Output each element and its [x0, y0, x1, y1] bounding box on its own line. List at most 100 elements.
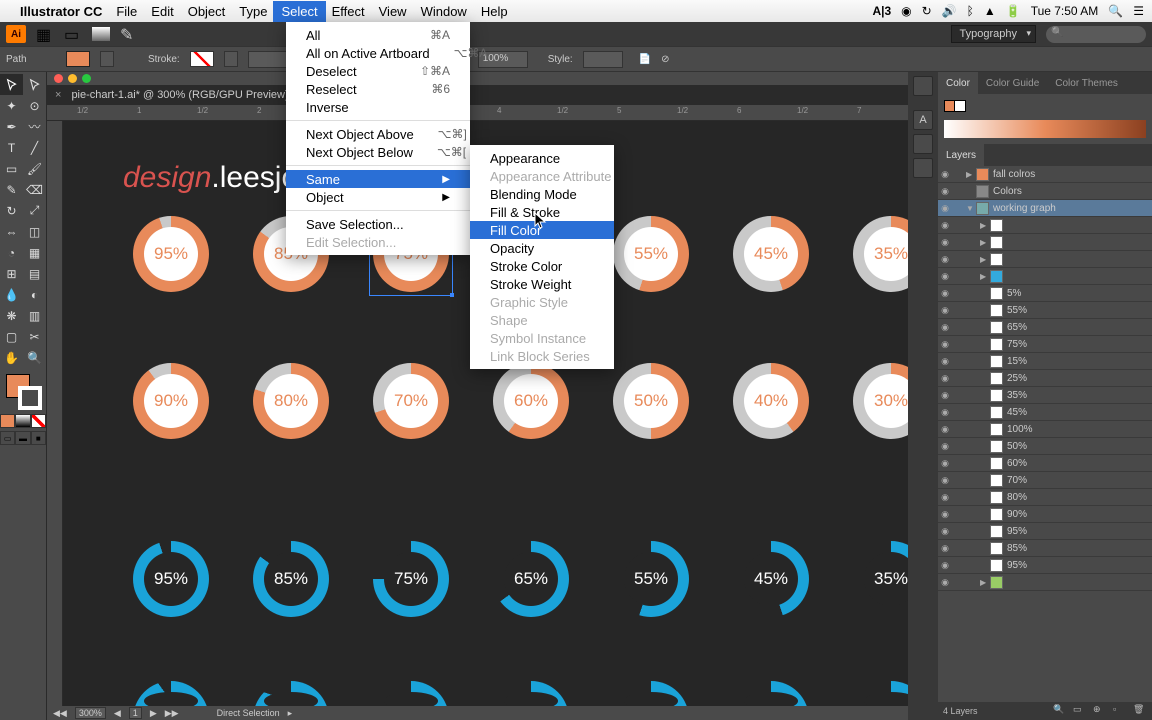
visibility-icon[interactable]: ◉: [938, 492, 952, 503]
layer-row[interactable]: ◉75%: [938, 336, 1152, 353]
menuitem-all-on-active-artboard[interactable]: All on Active Artboard⌥⌘A: [286, 44, 470, 62]
layer-row[interactable]: ◉80%: [938, 489, 1152, 506]
menu-view[interactable]: View: [379, 4, 407, 19]
visibility-icon[interactable]: ◉: [938, 509, 952, 520]
layer-row[interactable]: ◉▶fall colros: [938, 166, 1152, 183]
layer-row[interactable]: ◉35%: [938, 387, 1152, 404]
visibility-icon[interactable]: ◉: [938, 356, 952, 367]
layer-row[interactable]: ◉50%: [938, 438, 1152, 455]
layer-row[interactable]: ◉100%: [938, 421, 1152, 438]
ring-chart[interactable]: 85%: [253, 541, 329, 617]
shape-builder-tool[interactable]: ◔: [0, 242, 23, 263]
first-artboard-icon[interactable]: ◀◀: [53, 708, 67, 719]
ring-chart[interactable]: [133, 681, 209, 706]
menuitem-same[interactable]: Same▶: [286, 170, 470, 188]
pencil-tool[interactable]: ✎: [0, 179, 23, 200]
layer-row[interactable]: ◉25%: [938, 370, 1152, 387]
blend-tool[interactable]: ◐: [23, 284, 46, 305]
magic-wand-tool[interactable]: ✦: [0, 95, 23, 116]
pie-chart[interactable]: 45%: [733, 216, 809, 292]
fill-dropdown-icon[interactable]: [100, 51, 114, 67]
paragraph-panel-icon[interactable]: [913, 134, 933, 154]
zoom-tool[interactable]: 🔍: [23, 347, 46, 368]
layer-row[interactable]: ◉▼working graph: [938, 200, 1152, 217]
workspace-switcher[interactable]: Typography: [951, 25, 1036, 43]
layer-row[interactable]: ◉70%: [938, 472, 1152, 489]
menuitem-stroke-color[interactable]: Stroke Color: [470, 257, 614, 275]
direct-selection-tool[interactable]: [23, 74, 46, 95]
visibility-icon[interactable]: ◉: [938, 305, 952, 316]
wifi-icon[interactable]: ▲: [984, 4, 996, 18]
visibility-icon[interactable]: ◉: [938, 220, 952, 231]
color-stroke-swatch[interactable]: [954, 100, 966, 112]
notification-icon[interactable]: ◉: [901, 4, 911, 18]
menuitem-all[interactable]: All⌘A: [286, 26, 470, 44]
visibility-icon[interactable]: ◉: [938, 373, 952, 384]
menu-edit[interactable]: Edit: [151, 4, 173, 19]
ring-chart[interactable]: [373, 681, 449, 706]
menuitem-reselect[interactable]: Reselect⌘6: [286, 80, 470, 98]
ring-chart[interactable]: 95%: [133, 541, 209, 617]
layer-row[interactable]: ◉▶: [938, 217, 1152, 234]
color-panel[interactable]: [938, 94, 1152, 144]
status-dropdown-icon[interactable]: ▸: [288, 708, 293, 719]
rectangle-tool[interactable]: ▭: [0, 158, 23, 179]
pie-chart[interactable]: 30%: [853, 363, 908, 439]
hand-tool[interactable]: ✋: [0, 347, 23, 368]
stroke-weight-input[interactable]: [248, 51, 288, 68]
ring-chart[interactable]: 55%: [613, 541, 689, 617]
menu-effect[interactable]: Effect: [332, 4, 365, 19]
menuitem-save-selection-[interactable]: Save Selection...: [286, 215, 470, 233]
layer-row[interactable]: ◉15%: [938, 353, 1152, 370]
menuitem-appearance[interactable]: Appearance: [470, 149, 614, 167]
visibility-icon[interactable]: ◉: [938, 271, 952, 282]
menuitem-object[interactable]: Object▶: [286, 188, 470, 206]
menuitem-next-object-above[interactable]: Next Object Above⌥⌘]: [286, 125, 470, 143]
layers-tab[interactable]: Layers: [938, 144, 984, 166]
line-tool[interactable]: ╱: [23, 137, 46, 158]
tab-color[interactable]: Color: [938, 72, 978, 94]
menuitem-stroke-weight[interactable]: Stroke Weight: [470, 275, 614, 293]
menuitem-fill-color[interactable]: Fill Color: [470, 221, 614, 239]
cc-indicator[interactable]: A|3: [872, 4, 891, 18]
ring-chart[interactable]: [493, 681, 569, 706]
app-name[interactable]: Illustrator CC: [20, 4, 102, 19]
rotate-tool[interactable]: ↻: [0, 200, 23, 221]
visibility-icon[interactable]: ◉: [938, 475, 952, 486]
document-setup-icon[interactable]: 📄: [639, 54, 651, 65]
scale-tool[interactable]: ⤢: [23, 200, 46, 221]
arrange-icon[interactable]: ▭: [64, 25, 82, 43]
spotlight-icon[interactable]: 🔍: [1108, 4, 1123, 18]
bluetooth-icon[interactable]: ᛒ: [967, 4, 974, 18]
new-sublayer-icon[interactable]: ⊕: [1093, 704, 1107, 718]
visibility-icon[interactable]: ◉: [938, 339, 952, 350]
layer-row[interactable]: ◉5%: [938, 285, 1152, 302]
brush-icon[interactable]: ✎: [120, 25, 138, 43]
visibility-icon[interactable]: ◉: [938, 560, 952, 571]
close-tab-icon[interactable]: ×: [55, 89, 61, 101]
visibility-icon[interactable]: ◉: [938, 577, 952, 588]
mesh-tool[interactable]: ⊞: [0, 263, 23, 284]
visibility-icon[interactable]: ◉: [938, 424, 952, 435]
bridge-icon[interactable]: ▦: [36, 25, 54, 43]
ring-chart[interactable]: [733, 681, 809, 706]
close-window[interactable]: [54, 74, 63, 83]
visibility-icon[interactable]: ◉: [938, 390, 952, 401]
graph-tool[interactable]: ▥: [23, 305, 46, 326]
preferences-icon[interactable]: ⊘: [661, 54, 669, 65]
menu-file[interactable]: File: [116, 4, 137, 19]
layer-list[interactable]: ◉▶fall colros◉Colors◉▼working graph◉▶◉▶◉…: [938, 166, 1152, 702]
visibility-icon[interactable]: ◉: [938, 441, 952, 452]
ring-chart[interactable]: 35%: [853, 541, 908, 617]
next-artboard-icon[interactable]: ▶: [150, 708, 157, 719]
layer-row[interactable]: ◉55%: [938, 302, 1152, 319]
curvature-tool[interactable]: 〰: [23, 116, 46, 137]
layer-row[interactable]: ◉Colors: [938, 183, 1152, 200]
visibility-icon[interactable]: ◉: [938, 407, 952, 418]
tab-color-guide[interactable]: Color Guide: [978, 72, 1047, 94]
paintbrush-tool[interactable]: 🖌: [23, 158, 46, 179]
fill-swatch[interactable]: [66, 51, 90, 67]
type-tool[interactable]: T: [0, 137, 23, 158]
menuitem-inverse[interactable]: Inverse: [286, 98, 470, 116]
ring-chart[interactable]: [613, 681, 689, 706]
